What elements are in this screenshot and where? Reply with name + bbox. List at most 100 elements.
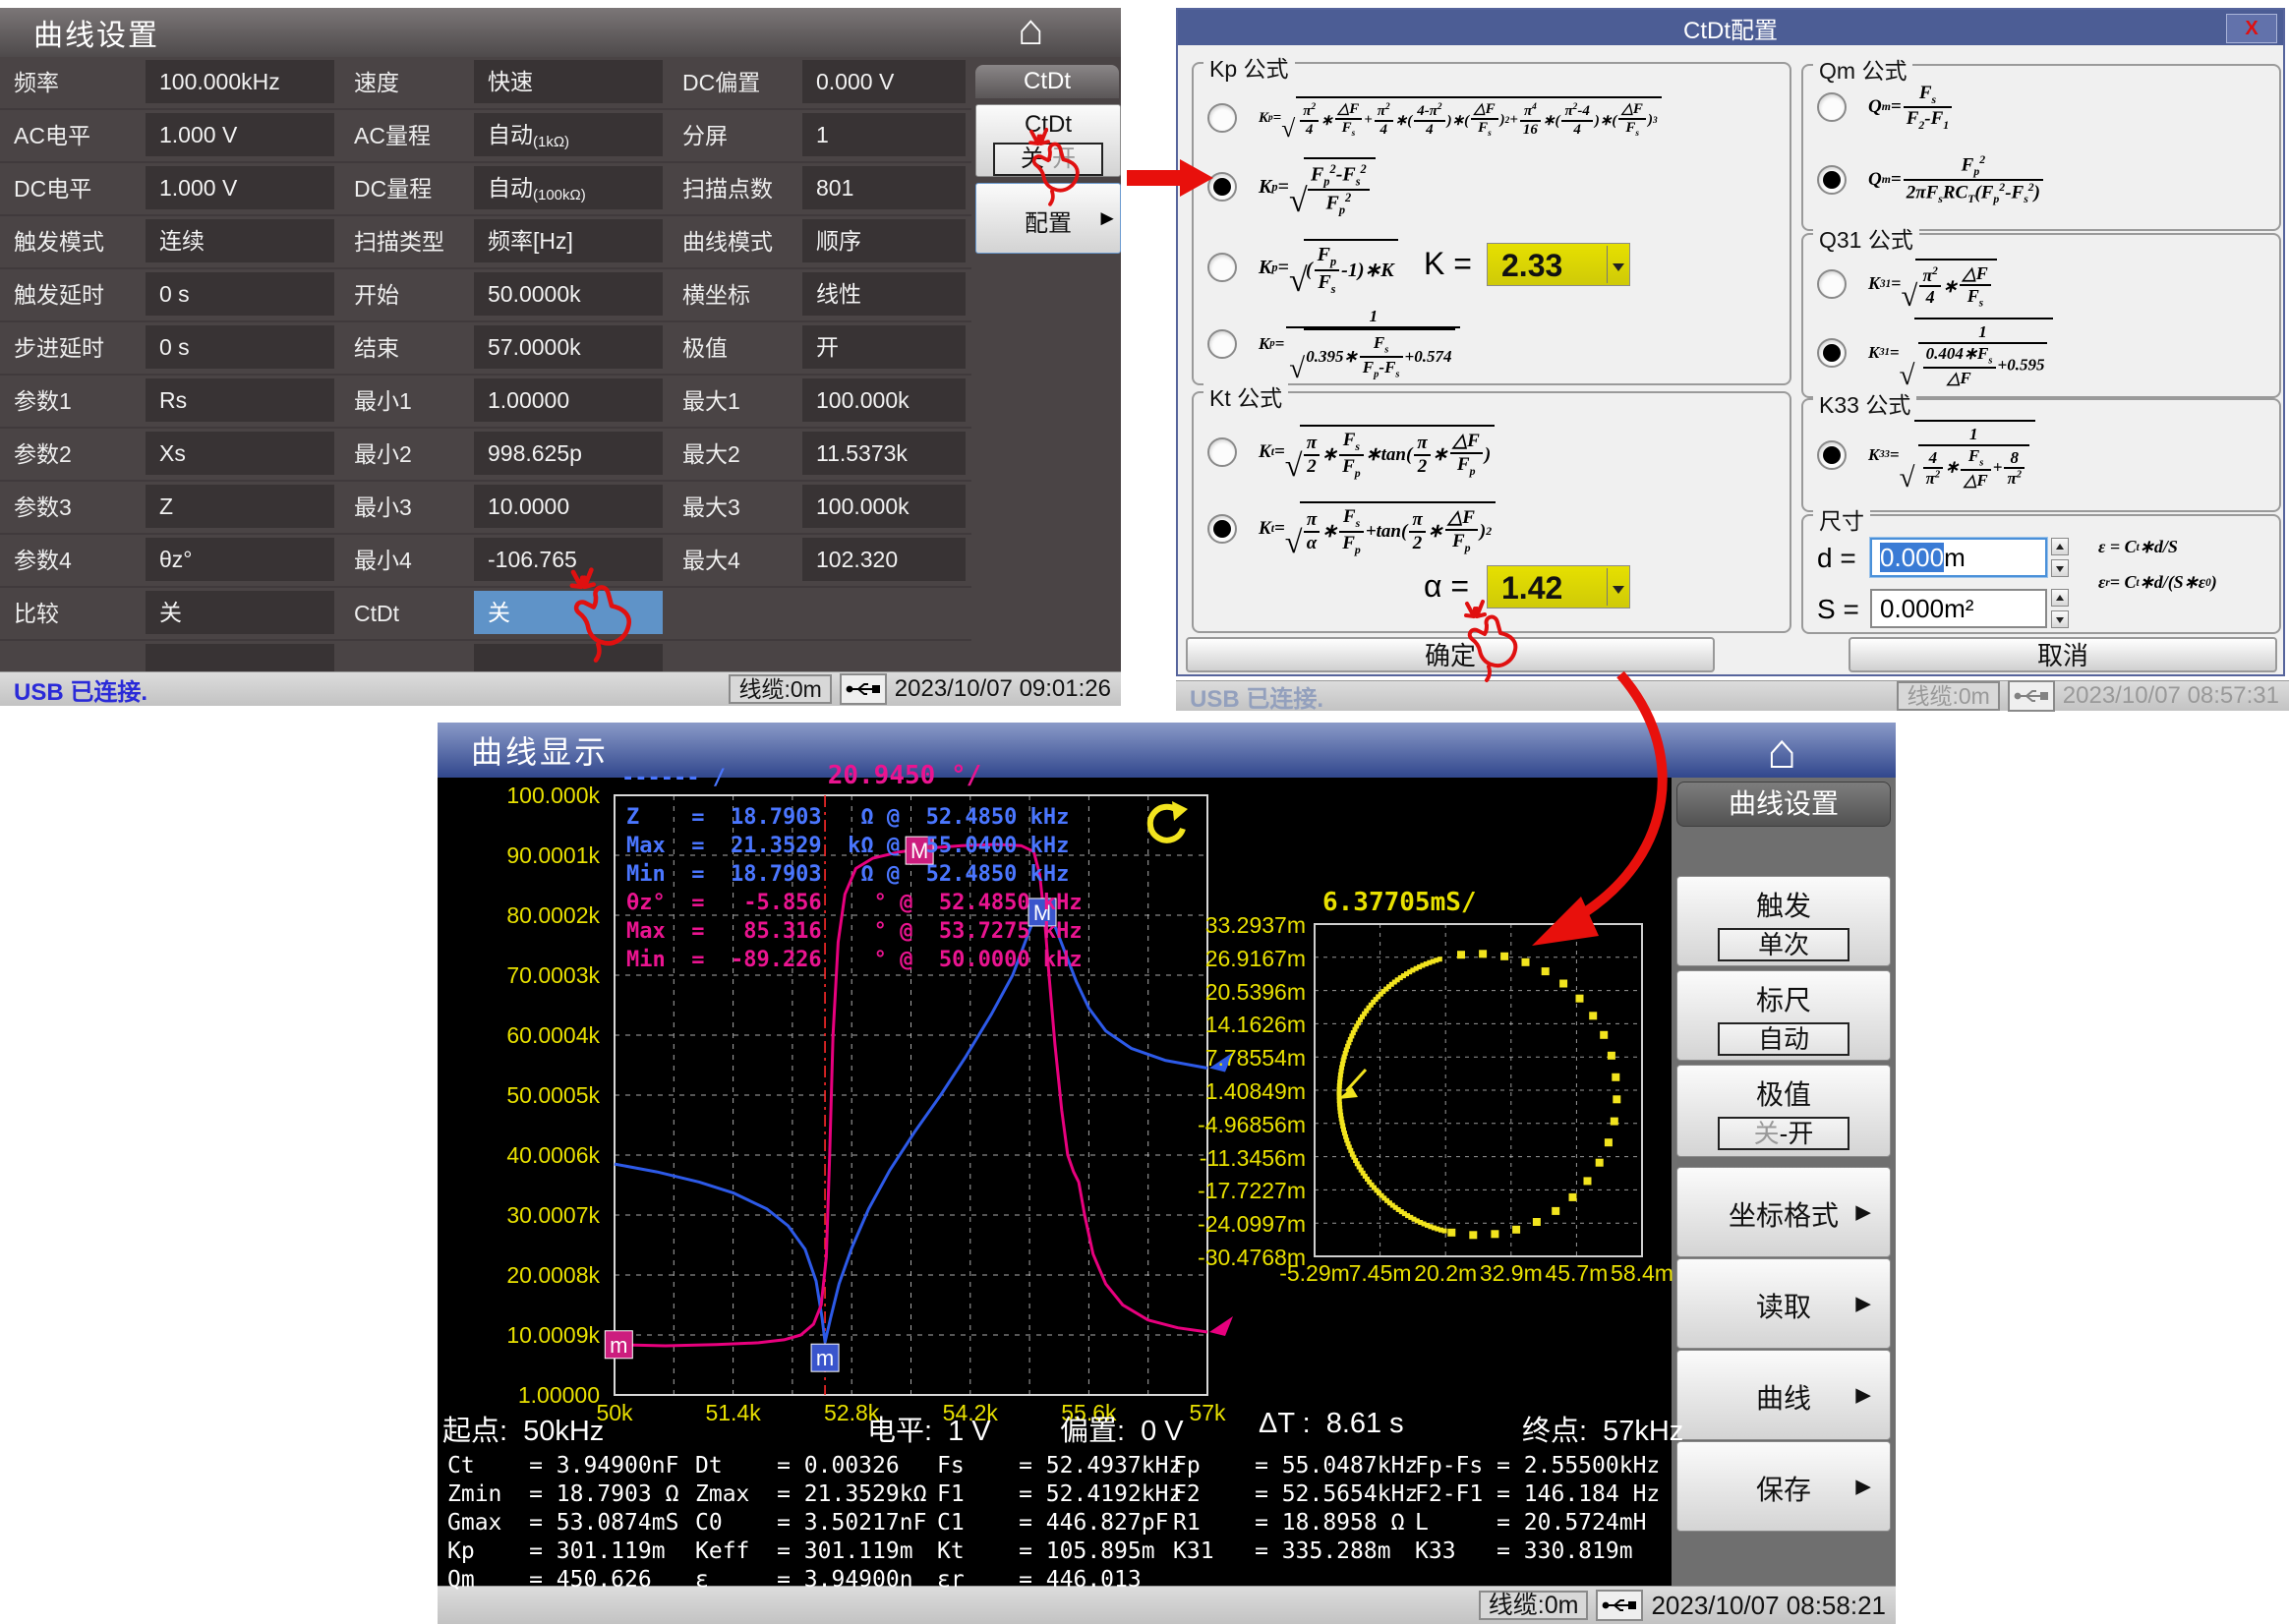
setting-label: 速度 [340, 57, 474, 110]
setting-value-cell[interactable]: -106.765 [474, 538, 663, 581]
close-icon[interactable]: X [2226, 14, 2277, 43]
setting-value-cell[interactable]: 998.625p [474, 432, 663, 475]
result-cell: Kt = 105.895m [937, 1537, 1173, 1566]
k-param-dropdown[interactable]: 2.33 [1487, 243, 1630, 286]
ctdt-toggle-label: CtDt [976, 111, 1120, 139]
kp-option-1: Kp = Fp2-Fs2Fp2 [1207, 147, 1378, 226]
curve-settings-tab[interactable]: 曲线设置 [1676, 782, 1891, 827]
setting-value-cell[interactable]: 100.000k [802, 378, 966, 422]
radio-kp-1[interactable] [1207, 172, 1237, 202]
setting-value-cell[interactable]: 1.00000 [474, 378, 663, 422]
result-cell: Kp = 301.119m [447, 1537, 695, 1566]
setting-value-cell[interactable]: 关 [146, 591, 334, 634]
sidebar-button-1[interactable]: 触发单次 [1676, 876, 1891, 966]
radio-kt-1[interactable] [1207, 514, 1237, 544]
setting-value-cell[interactable]: 1.000 V [146, 113, 334, 156]
setting-value-cell[interactable]: θz° [146, 538, 334, 581]
home-icon[interactable]: ⌂ [1767, 726, 1796, 776]
home-icon[interactable]: ⌂ [1018, 6, 1044, 55]
sidebar-button-state[interactable]: 关-开 [1718, 1117, 1849, 1150]
circle-y-tick: 1.40849m [1139, 1078, 1306, 1105]
clock-text: 2023/10/07 08:58:21 [1651, 1591, 1886, 1621]
setting-value-cell[interactable]: 100.000kHz [146, 60, 334, 103]
sidebar-button-state[interactable]: 自动 [1718, 1022, 1849, 1056]
setting-value-cell[interactable]: 连续 [146, 219, 334, 262]
sidebar-button-label: 触发 [1677, 885, 1890, 924]
sidebar-button-6[interactable]: 曲线► [1676, 1350, 1891, 1440]
setting-value-cell[interactable]: Rs [146, 378, 334, 422]
curve-settings-window: 曲线设置 ⌂ 频率100.000kHz速度快速DC偏置0.000 VAC电平1.… [0, 8, 1121, 706]
group-title-size: 尺寸 [1813, 502, 1870, 536]
setting-value-cell[interactable]: 线性 [802, 272, 966, 316]
sidebar-button-2[interactable]: 标尺自动 [1676, 970, 1891, 1061]
q31-formula-1: K31 = 10.404∗Fs△F+0.595 [1868, 318, 2055, 388]
k33-option-0: K33 = 14π2∗Fs△F+8π2 [1817, 416, 2037, 494]
sidebar-button-state[interactable]: 单次 [1718, 928, 1849, 961]
radio-q31-0[interactable] [1817, 269, 1847, 299]
setting-value-cell[interactable]: 自动(1kΩ) [474, 113, 663, 156]
sidebar-button-4[interactable]: 坐标格式► [1676, 1167, 1891, 1257]
setting-value-cell[interactable]: 801 [802, 166, 966, 209]
radio-q31-1[interactable] [1817, 338, 1847, 368]
setting-value-cell[interactable]: 102.320 [802, 538, 966, 581]
setting-label: 最小2 [340, 429, 474, 482]
sidebar-button-3[interactable]: 极值关-开 [1676, 1065, 1891, 1157]
setting-value-cell[interactable]: 57.0000k [474, 325, 663, 369]
cancel-button[interactable]: 取消 [1849, 637, 2277, 672]
cable-length-badge: 线缆:0m [1897, 681, 1999, 711]
radio-kt-0[interactable] [1207, 437, 1237, 467]
legend-line: Max = 21.3529 kΩ @ 55.0400 kHz [626, 832, 1083, 860]
screenshot-stage: 曲线设置 ⌂ 频率100.000kHz速度快速DC偏置0.000 VAC电平1.… [0, 0, 2289, 1624]
setting-label: 参数3 [0, 482, 146, 535]
result-cell: Ct = 3.94900nF [447, 1452, 695, 1480]
d-input[interactable]: 0.000m [1870, 538, 2047, 577]
setting-value-cell[interactable]: 50.0000k [474, 272, 663, 316]
setting-value-cell[interactable]: Z [146, 485, 334, 528]
ctdt-toggle-state[interactable]: 关-开 [993, 143, 1103, 176]
radio-qm-1[interactable] [1817, 165, 1847, 195]
circle-scale-note: 6.37705mS/ [1322, 888, 1477, 917]
refresh-icon[interactable] [1143, 799, 1190, 846]
setting-label: 步进延时 [0, 322, 146, 376]
d-stepper[interactable] [2051, 538, 2071, 577]
setting-value-cell[interactable]: Xs [146, 432, 334, 475]
result-cell: F1 = 52.4192kHz [937, 1480, 1173, 1509]
radio-kp-0[interactable] [1207, 103, 1237, 133]
setting-value-cell[interactable]: 自动(100kΩ) [474, 166, 663, 209]
setting-value-cell[interactable]: 11.5373k [802, 432, 966, 475]
kp-formula-1: Kp = Fp2-Fs2Fp2 [1259, 157, 1378, 217]
result-cell: ε = 3.94900n [695, 1566, 937, 1595]
q31-formula-0: K31 = π24∗△FFs [1868, 259, 1999, 310]
setting-value-cell[interactable]: 频率[Hz] [474, 219, 663, 262]
setting-value-cell[interactable]: 快速 [474, 60, 663, 103]
y-axis-tick: 90.0001k [433, 842, 600, 869]
setting-value-cell[interactable]: 100.000k [802, 485, 966, 528]
setting-value-cell[interactable]: 0 s [146, 325, 334, 369]
setting-value-cell[interactable]: 关 [474, 591, 663, 634]
s-input[interactable]: 0.000m² [1870, 589, 2047, 628]
circle-y-tick: 7.78554m [1139, 1045, 1306, 1072]
radio-kp-3[interactable] [1207, 329, 1237, 359]
setting-value-cell[interactable]: 1 [802, 113, 966, 156]
usb-icon [2008, 680, 2055, 712]
setting-value-cell[interactable]: 0 s [146, 272, 334, 316]
legend-line: Min = -89.226 ° @ 50.0000 kHz [626, 946, 1083, 974]
sidebar-button-5[interactable]: 读取► [1676, 1258, 1891, 1349]
setting-value-cell[interactable]: 0.000 V [802, 60, 966, 103]
setting-value-cell[interactable]: 顺序 [802, 219, 966, 262]
kp-formula-3: Kp = 10.395∗FsFp-Fs+0.574 [1259, 307, 1462, 381]
radio-kp-2[interactable] [1207, 253, 1237, 282]
setting-value-cell[interactable]: 10.0000 [474, 485, 663, 528]
clock-text: 2023/10/07 09:01:26 [895, 675, 1111, 703]
ctdt-toggle-button[interactable]: CtDt 关-开 [975, 104, 1121, 177]
curve-window-title: 曲线显示 [438, 727, 609, 773]
alpha-param-dropdown[interactable]: 1.42 [1487, 565, 1630, 609]
s-stepper[interactable] [2051, 589, 2071, 628]
setting-value-cell[interactable]: 开 [802, 325, 966, 369]
qm-option-0: Qm = FsF2-F1 [1817, 68, 1954, 146]
ok-button[interactable]: 确定 [1186, 637, 1715, 672]
ctdt-config-button[interactable]: 配置 ► [975, 183, 1121, 254]
setting-value-cell[interactable]: 1.000 V [146, 166, 334, 209]
radio-qm-0[interactable] [1817, 92, 1847, 122]
radio-k33-0[interactable] [1817, 440, 1847, 470]
